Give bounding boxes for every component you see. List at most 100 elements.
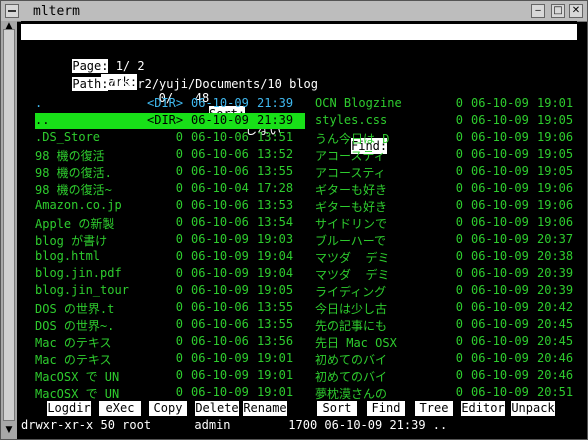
right-row[interactable]: うん今日は D 0 06-10-09 19:06 — [315, 130, 585, 146]
file-size: 0 — [175, 385, 183, 399]
file-name: 先の記事にも — [315, 319, 388, 333]
fkey-unpack-button[interactable]: Unpack — [511, 401, 555, 416]
right-row[interactable]: 先の記事にも 0 06-10-09 20:45 — [315, 317, 585, 333]
left-row[interactable]: .. <DIR> 06-10-09 21:39 — [35, 113, 305, 129]
maximize-button[interactable]: □ — [551, 4, 565, 18]
file-size: 0 — [455, 198, 463, 212]
fkey-copy-button[interactable]: Copy — [149, 401, 187, 416]
minimize-button[interactable]: ‒ — [531, 4, 545, 18]
right-row[interactable]: 初めてのバイ 0 06-10-09 20:46 — [315, 351, 585, 367]
terminal-area[interactable]: FD(File & Directory tool) Ver.2.09 (c)19… — [21, 21, 577, 439]
right-row[interactable]: OCN Blogzine 0 06-10-09 19:01 — [315, 96, 585, 112]
scroll-down-icon[interactable]: ▼ — [3, 425, 15, 435]
file-name: OCN Blogzine — [315, 96, 402, 110]
file-time: 20:39 — [537, 283, 574, 297]
file-date: 06-10-09 — [471, 368, 529, 382]
file-date: 06-10-09 — [191, 266, 249, 280]
file-size: 0 — [455, 232, 463, 246]
right-row[interactable]: 今日は少し古 0 06-10-09 20:42 — [315, 300, 585, 316]
path-label: Path: — [72, 77, 109, 91]
right-row[interactable]: ギターも好き 0 06-10-09 19:06 — [315, 198, 585, 214]
fkey-tree-button[interactable]: Tree — [415, 401, 453, 416]
file-time: 19:06 — [537, 198, 574, 212]
left-row[interactable]: Amazon.co.jp 0 06-10-06 13:53 — [35, 198, 305, 214]
fkey-rename-button[interactable]: Rename — [243, 401, 287, 416]
left-row[interactable]: blog.html 0 06-10-09 19:04 — [35, 249, 305, 265]
fkey-delete-button[interactable]: Delete — [195, 401, 239, 416]
file-time: 19:04 — [257, 249, 294, 263]
file-time: 13:55 — [257, 317, 294, 331]
window-menu-icon[interactable] — [5, 4, 19, 18]
right-row[interactable]: styles.css 0 06-10-09 19:05 — [315, 113, 585, 129]
fkey-editor-button[interactable]: Editor — [461, 401, 505, 416]
file-date: 06-10-09 — [471, 351, 529, 365]
file-date: 06-10-09 — [471, 385, 529, 399]
left-row[interactable]: DOS の世界.t 0 06-10-06 13:55 — [35, 300, 305, 316]
left-row[interactable]: . <DIR> 06-10-09 21:39 — [35, 96, 305, 112]
file-time: 19:01 — [537, 96, 574, 110]
file-date: 06-10-09 — [471, 147, 529, 161]
left-row[interactable]: MacOSX で UN 0 06-10-09 19:01 — [35, 385, 305, 401]
file-name: blog.jin.pdf — [35, 266, 122, 280]
file-name: Mac のテキス — [35, 336, 112, 350]
file-date: 06-10-06 — [191, 147, 249, 161]
file-date: 06-10-09 — [471, 113, 529, 127]
file-time: 19:05 — [537, 164, 574, 178]
file-time: 20:45 — [537, 317, 574, 331]
left-row[interactable]: DOS の世界~. 0 06-10-06 13:55 — [35, 317, 305, 333]
left-row[interactable]: .DS_Store 0 06-10-06 13:51 — [35, 130, 305, 146]
left-row[interactable]: blog.jin.pdf 0 06-10-09 19:04 — [35, 266, 305, 282]
fkey-sort-button[interactable]: Sort — [317, 401, 357, 416]
right-row[interactable]: アコースティ 0 06-10-09 19:05 — [315, 147, 585, 163]
right-row[interactable]: ライディング 0 06-10-09 20:39 — [315, 283, 585, 299]
right-row[interactable]: ブルーハーで 0 06-10-09 20:37 — [315, 232, 585, 248]
path-value: /User2/yuji/Documents/10 blog — [108, 77, 318, 91]
left-row[interactable]: 98 機の復活 0 06-10-06 13:52 — [35, 147, 305, 163]
fkey-find-button[interactable]: Find — [367, 401, 405, 416]
right-row[interactable]: マツダ デミ 0 06-10-09 20:39 — [315, 266, 585, 282]
right-row[interactable]: マツダ デミ 0 06-10-09 20:38 — [315, 249, 585, 265]
file-time: 21:39 — [257, 113, 294, 127]
close-button[interactable]: ✕ — [569, 4, 583, 18]
right-row[interactable]: 先日 Mac OSX 0 06-10-09 20:45 — [315, 334, 585, 350]
file-size: 0 — [455, 334, 463, 348]
scrollbar[interactable]: ▲ ▼ — [1, 21, 17, 439]
file-size: 0 — [175, 300, 183, 314]
file-name: . — [35, 96, 43, 110]
left-row[interactable]: MacOSX で UN 0 06-10-09 19:01 — [35, 368, 305, 384]
file-size: 0 — [175, 317, 183, 331]
left-row[interactable]: blog が書け 0 06-10-09 19:03 — [35, 232, 305, 248]
file-date: 06-10-09 — [471, 96, 529, 110]
file-date: 06-10-06 — [191, 198, 249, 212]
file-name: .. — [35, 113, 50, 127]
title-bar[interactable]: mlterm ‒ □ ✕ — [1, 1, 587, 22]
right-row[interactable]: ギターも好き 0 06-10-09 19:06 — [315, 181, 585, 197]
file-name: アコースティ — [315, 166, 386, 180]
right-row[interactable]: 初めてのバイ 0 06-10-09 20:46 — [315, 368, 585, 384]
fkey-logdir-button[interactable]: Logdir — [47, 401, 91, 416]
left-row[interactable]: blog.jin_tour 0 06-10-09 19:05 — [35, 283, 305, 299]
file-name: マツダ デミ — [315, 251, 390, 265]
scrollbar-thumb[interactable] — [3, 29, 15, 421]
file-date: 06-10-09 — [471, 130, 529, 144]
right-row[interactable]: 夢枕漠さんの 0 06-10-09 20:51 — [315, 385, 585, 401]
file-name: ライディング — [315, 285, 387, 299]
file-date: 06-10-09 — [191, 283, 249, 297]
fkey-exec-button[interactable]: eXec — [99, 401, 141, 416]
left-row[interactable]: Mac のテキス 0 06-10-09 19:01 — [35, 351, 305, 367]
file-size: 0 — [455, 113, 463, 127]
left-row[interactable]: Apple の新製 0 06-10-06 13:54 — [35, 215, 305, 231]
file-time: 13:55 — [257, 164, 294, 178]
left-row[interactable]: 98 機の復活~ 0 06-10-04 17:28 — [35, 181, 305, 197]
right-row[interactable]: サイドリンで 0 06-10-09 19:06 — [315, 215, 585, 231]
file-name: 初めてのバイ — [315, 370, 388, 384]
terminal-window: mlterm ‒ □ ✕ ▲ ▼ FD(File & Directory too… — [0, 0, 588, 440]
left-row[interactable]: 98 機の復活. 0 06-10-06 13:55 — [35, 164, 305, 180]
file-size: 0 — [175, 232, 183, 246]
file-name: うん今日は D — [315, 132, 390, 146]
file-size: 0 — [455, 215, 463, 229]
file-name: アコースティ — [315, 149, 386, 163]
file-time: 19:05 — [537, 113, 574, 127]
left-row[interactable]: Mac のテキス 0 06-10-06 13:56 — [35, 334, 305, 350]
right-row[interactable]: アコースティ 0 06-10-09 19:05 — [315, 164, 585, 180]
